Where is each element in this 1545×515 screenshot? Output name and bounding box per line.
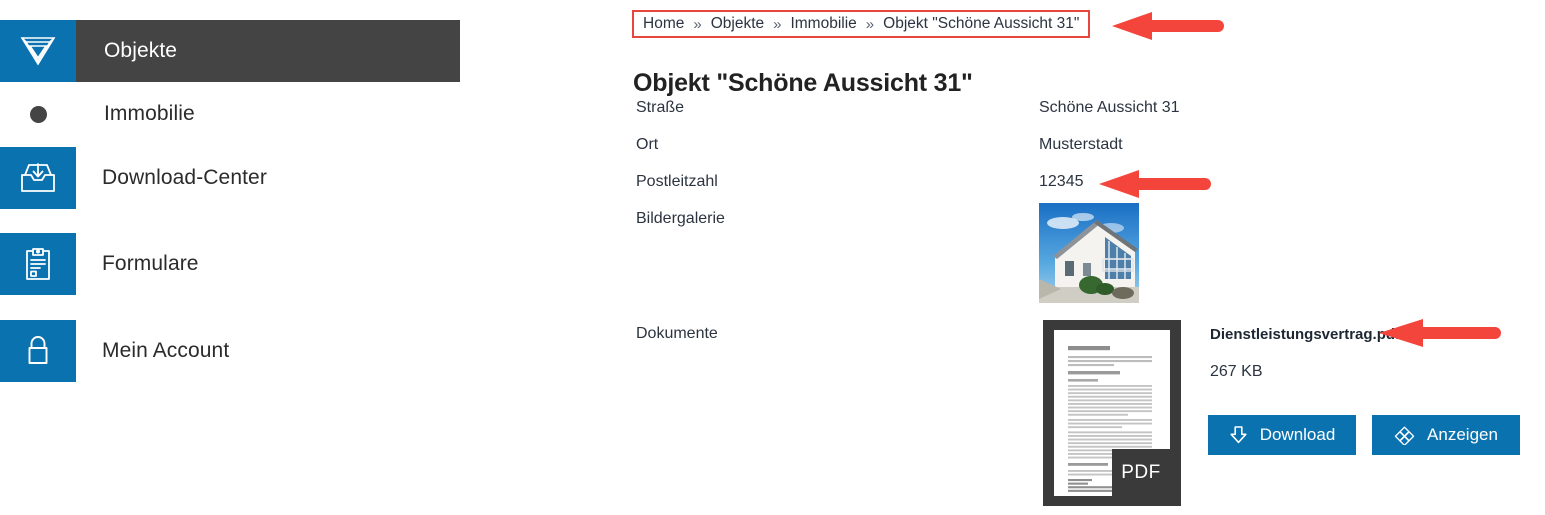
document-file-size: 267 KB — [1210, 363, 1263, 380]
sidebar-item-label: Mein Account — [102, 339, 230, 362]
triangle-logo-icon — [0, 20, 76, 82]
breadcrumb-item-objekte[interactable]: Objekte — [711, 15, 764, 33]
page-title: Objekt "Schöne Aussicht 31" — [633, 68, 973, 97]
sidebar-item-label: Objekte — [76, 20, 460, 82]
field-label-strasse: Straße — [636, 99, 685, 116]
inbox-download-icon — [0, 147, 76, 209]
breadcrumb-item-home[interactable]: Home — [643, 15, 684, 33]
pdf-badge: PDF — [1112, 449, 1170, 496]
download-button[interactable]: Download — [1208, 415, 1356, 455]
main-content: Home » Objekte » Immobilie » Objekt "Sch… — [630, 0, 1545, 515]
field-value-postleitzahl: 12345 — [1039, 173, 1084, 190]
sidebar-item-mein-account[interactable]: Mein Account — [0, 320, 460, 382]
breadcrumb-separator-icon: » — [865, 15, 875, 33]
breadcrumb-separator-icon: » — [693, 15, 702, 33]
field-label-dokumente: Dokumente — [636, 325, 718, 342]
clipboard-icon — [0, 233, 76, 295]
field-label-ort: Ort — [636, 136, 659, 153]
breadcrumb-item-immobilie[interactable]: Immobilie — [790, 15, 856, 33]
download-arrow-icon — [1229, 425, 1248, 445]
sidebar-item-immobilie[interactable]: Immobilie — [0, 83, 460, 145]
sidebar-item-label: Formulare — [102, 252, 199, 275]
document-thumbnail[interactable]: PDF — [1043, 320, 1181, 506]
breadcrumb-arrow — [1108, 7, 1228, 45]
view-button[interactable]: Anzeigen — [1372, 415, 1520, 455]
field-value-ort: Musterstadt — [1039, 136, 1123, 153]
download-button-label: Download — [1259, 425, 1336, 444]
document-page-preview: PDF — [1054, 330, 1170, 496]
file-name-arrow — [1375, 314, 1505, 352]
postal-code-arrow — [1095, 165, 1215, 203]
field-value-strasse: Schöne Aussicht 31 — [1039, 99, 1180, 116]
diamond-cluster-icon — [1394, 426, 1415, 445]
sidebar-item-objekte[interactable]: Objekte — [0, 20, 460, 82]
sidebar-item-label: Immobilie — [104, 102, 195, 125]
dot-icon — [0, 83, 76, 145]
view-button-label: Anzeigen — [1427, 425, 1498, 444]
field-label-bildergalerie: Bildergalerie — [636, 210, 725, 227]
app-root: Objekte Immobilie Download-Center Formul… — [0, 0, 1545, 515]
sidebar-item-formulare[interactable]: Formulare — [0, 233, 460, 295]
sidebar: Objekte Immobilie Download-Center Formul… — [0, 0, 460, 515]
document-file-name[interactable]: Dienstleistungsvertrag.pdf — [1210, 326, 1400, 343]
breadcrumb-item-current: Objekt "Schöne Aussicht 31" — [883, 15, 1080, 32]
sidebar-item-label: Download-Center — [102, 166, 267, 189]
breadcrumb: Home » Objekte » Immobilie » Objekt "Sch… — [632, 10, 1091, 38]
field-label-postleitzahl: Postleitzahl — [636, 173, 718, 190]
breadcrumb-separator-icon: » — [773, 15, 782, 33]
lock-icon — [0, 320, 76, 382]
gallery-thumbnail[interactable] — [1039, 203, 1139, 303]
sidebar-item-download-center[interactable]: Download-Center — [0, 147, 460, 209]
